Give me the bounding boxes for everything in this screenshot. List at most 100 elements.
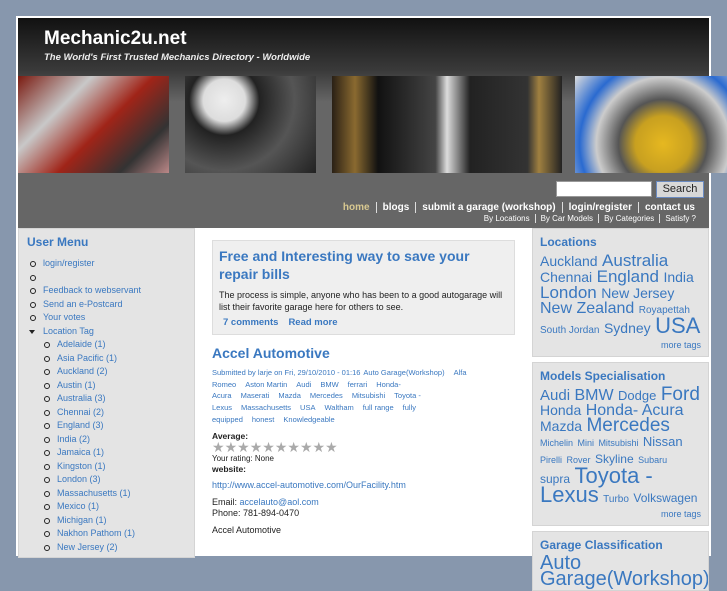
user-menu-item[interactable] — [27, 271, 186, 285]
node-tag[interactable]: ferrari — [348, 380, 368, 389]
node-tag[interactable]: BMW — [320, 380, 338, 389]
node-tag[interactable]: Auto Garage(Workshop) — [363, 368, 444, 377]
site-logo[interactable]: Mechanic2u.net — [44, 28, 187, 50]
node-tag[interactable]: Knowledgeable — [283, 415, 334, 424]
node-tag[interactable]: Audi — [296, 380, 311, 389]
nav-item-login-register[interactable]: login/register — [561, 202, 638, 213]
tag-link[interactable]: Nissan — [643, 434, 683, 449]
user-menu-item[interactable]: Your votes — [27, 311, 186, 325]
node-tag[interactable]: honest — [252, 415, 275, 424]
business-name: Accel Automotive — [212, 524, 282, 535]
locations-more-tags[interactable]: more tags — [540, 340, 701, 350]
node-tag[interactable]: full range — [363, 403, 394, 412]
location-tag-item[interactable]: Mexico (1) — [27, 500, 186, 514]
location-tag-item[interactable]: Jamaica (1) — [27, 446, 186, 460]
star-icon[interactable]: ★ — [325, 440, 338, 454]
star-icon[interactable]: ★ — [212, 440, 225, 454]
tag-link[interactable]: New Zealand — [540, 300, 634, 317]
user-menu-item[interactable]: Send an e-Postcard — [27, 298, 186, 312]
node-tag[interactable]: Maserati — [241, 391, 270, 400]
node-tag[interactable]: Mazda — [278, 391, 301, 400]
header-image-engine — [18, 76, 169, 173]
main-content: Free and Interesting way to save your re… — [200, 228, 527, 546]
star-icon[interactable]: ★ — [262, 440, 275, 454]
tag-link[interactable]: South Jordan — [540, 325, 600, 336]
nav-item-home[interactable]: home — [337, 202, 376, 213]
subnav-item[interactable]: By Car Models — [534, 214, 598, 223]
phone: Phone: 781-894-0470 — [212, 507, 300, 518]
star-icon[interactable]: ★ — [225, 440, 238, 454]
tag-link[interactable]: USA — [655, 313, 700, 338]
user-menu-item[interactable]: Feedback to webservant — [27, 284, 186, 298]
website-link[interactable]: http://www.accel-automotive.com/OurFacil… — [212, 480, 406, 490]
location-tag-item[interactable]: Adelaide (1) — [27, 338, 186, 352]
comments-link[interactable]: 7 comments — [223, 317, 278, 328]
read-more-link[interactable]: Read more — [288, 317, 337, 328]
nav-item-contact[interactable]: contact us — [637, 202, 701, 213]
star-icon[interactable]: ★ — [287, 440, 300, 454]
tag-link[interactable]: India — [663, 269, 693, 285]
tag-link[interactable]: Honda — [540, 402, 581, 418]
tag-link[interactable]: Mercedes — [586, 415, 669, 436]
nav-item-blogs[interactable]: blogs — [375, 202, 416, 213]
primary-nav: home blogs submit a garage (workshop) login… — [337, 202, 701, 213]
tag-link[interactable]: New Jersey — [601, 285, 674, 301]
node-tag[interactable]: Massachusetts — [241, 403, 291, 412]
location-tag-item[interactable]: London (3) — [27, 473, 186, 487]
location-tag-item[interactable]: England (3) — [27, 419, 186, 433]
star-icon[interactable]: ★ — [237, 440, 250, 454]
nav-item-submit[interactable]: submit a garage (workshop) — [415, 202, 561, 213]
location-tag-item[interactable]: Massachusetts (1) — [27, 487, 186, 501]
node-tag[interactable]: Aston Martin — [245, 380, 287, 389]
node-tag[interactable]: USA — [300, 403, 315, 412]
header-image-air-filter — [185, 76, 316, 173]
tag-link[interactable]: Sydney — [604, 320, 651, 336]
star-icon[interactable]: ★ — [250, 440, 263, 454]
tag-link[interactable]: Michelin — [540, 438, 573, 448]
location-tag-item[interactable]: New Jersey (2) — [27, 541, 186, 555]
location-tag-item[interactable]: Australia (3) — [27, 392, 186, 406]
tag-link[interactable]: Mitsubishi — [598, 438, 638, 448]
models-more-tags[interactable]: more tags — [540, 509, 701, 519]
models-tag-cloud: Audi BMW Dodge Ford Honda Honda- Acura M… — [540, 385, 701, 507]
subnav-item[interactable]: Satisfy ? — [659, 214, 701, 223]
tag-link[interactable]: Turbo — [603, 494, 629, 505]
tag-link[interactable]: Mazda — [540, 418, 582, 434]
tag-link[interactable]: England — [597, 267, 659, 286]
location-tag-item[interactable]: Chennai (2) — [27, 406, 186, 420]
location-tag-toggle[interactable]: Location Tag — [27, 325, 186, 339]
subnav-item[interactable]: By Categories — [598, 214, 659, 223]
promo-title[interactable]: Free and Interesting way to save your re… — [219, 247, 508, 283]
location-tag-item[interactable]: India (2) — [27, 433, 186, 447]
star-icon[interactable]: ★ — [300, 440, 313, 454]
submitted-info: Submitted by larje on Fri, 29/10/2010 - … — [212, 368, 361, 377]
search-button[interactable]: Search — [656, 181, 704, 198]
tag-link[interactable]: Auto Garage(Workshop) — [540, 552, 708, 590]
star-icon[interactable]: ★ — [275, 440, 288, 454]
tag-link[interactable]: Dodge — [618, 388, 656, 403]
location-tag-item[interactable]: Kingston (1) — [27, 460, 186, 474]
location-tag-item[interactable]: Michigan (1) — [27, 514, 186, 528]
star-rating[interactable]: ★ ★ ★ ★ ★ ★ ★ ★ ★ ★ — [212, 440, 515, 454]
node-tag[interactable]: Waltham — [324, 403, 353, 412]
user-menu-item[interactable]: login/register — [27, 257, 186, 271]
tag-link[interactable]: Mini — [577, 438, 594, 448]
location-tag-item[interactable]: Auckland (2) — [27, 365, 186, 379]
tag-link[interactable]: Auckland — [540, 253, 598, 269]
location-tag-item[interactable]: Nakhon Pathom (1) — [27, 527, 186, 541]
subnav-item[interactable]: By Locations — [479, 214, 535, 223]
locations-block: Locations Auckland Australia Chennai Eng… — [532, 228, 709, 357]
node-tag[interactable]: Mitsubishi — [352, 391, 385, 400]
node-title[interactable]: Accel Automotive — [212, 345, 515, 361]
email-link[interactable]: accelauto@aol.com — [240, 497, 319, 507]
node-tag[interactable]: Mercedes — [310, 391, 343, 400]
location-tag-list: Adelaide (1) Asia Pacific (1) Auckland (2)… — [27, 338, 186, 554]
promo-body: The process is simple, anyone who has be… — [219, 290, 503, 312]
location-tag-item[interactable]: Austin (1) — [27, 379, 186, 393]
search-input[interactable] — [556, 181, 652, 197]
tag-link[interactable]: Pirelli — [540, 455, 562, 465]
star-icon[interactable]: ★ — [313, 440, 326, 454]
tag-link[interactable]: Volkswagen — [633, 491, 697, 505]
location-tag-item[interactable]: Asia Pacific (1) — [27, 352, 186, 366]
right-sidebar: Locations Auckland Australia Chennai Eng… — [532, 228, 709, 591]
